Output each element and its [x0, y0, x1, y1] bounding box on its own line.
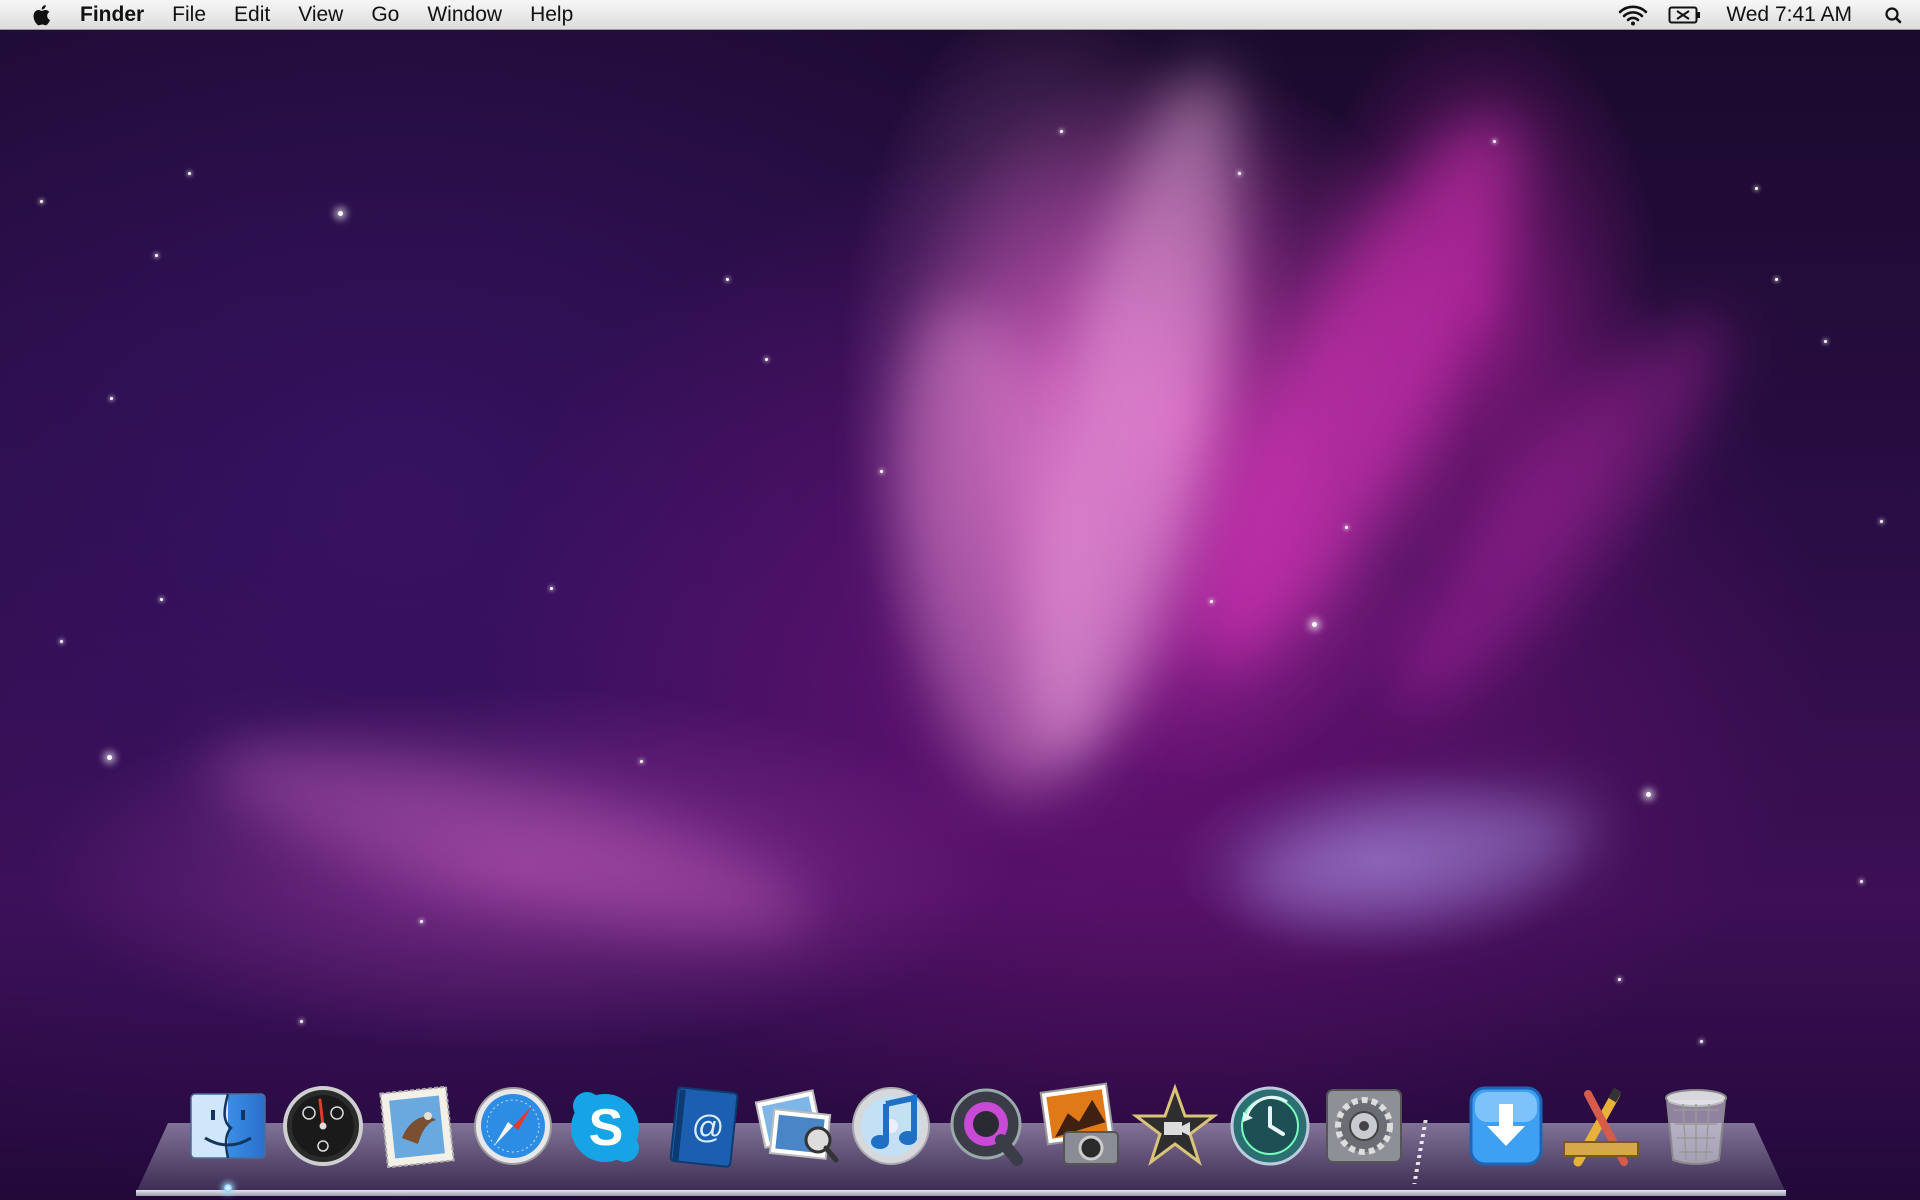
menu-help[interactable]: Help [516, 0, 587, 30]
dock-item-time-machine[interactable] [1227, 1082, 1313, 1168]
star [338, 211, 343, 216]
dock-item-skype[interactable]: S [565, 1082, 651, 1168]
star [420, 920, 423, 923]
svg-text:S: S [589, 1099, 624, 1157]
menu-window[interactable]: Window [413, 0, 516, 30]
system-preferences-icon [1326, 1089, 1402, 1163]
preview-icon [754, 1089, 839, 1163]
star [300, 1020, 303, 1023]
dock-item-imovie[interactable] [1132, 1082, 1218, 1168]
star [110, 397, 113, 400]
dock-shelf-edge [136, 1190, 1786, 1196]
star [1700, 1040, 1703, 1043]
menu-go[interactable]: Go [357, 0, 413, 30]
star [726, 278, 729, 281]
finder-icon [190, 1093, 266, 1159]
star [40, 200, 43, 203]
skype-icon: S [571, 1092, 639, 1162]
menu-view[interactable]: View [284, 0, 357, 30]
dashboard-icon [283, 1086, 363, 1166]
dock-item-mail[interactable] [374, 1082, 460, 1168]
star [550, 587, 553, 590]
aurora-streak [1233, 769, 1607, 941]
dock-item-system-preferences[interactable] [1321, 1082, 1407, 1168]
safari-icon [474, 1087, 552, 1165]
dock: S @ [180, 1082, 1760, 1182]
dock-item-downloads[interactable] [1463, 1082, 1549, 1168]
star [880, 470, 883, 473]
spotlight-search-icon[interactable] [1884, 6, 1902, 24]
finder-running-indicator [224, 1184, 232, 1192]
star [640, 760, 643, 763]
star [188, 172, 191, 175]
svg-text:@: @ [692, 1109, 724, 1145]
dock-item-finder[interactable] [185, 1082, 271, 1168]
dock-item-dashboard[interactable] [280, 1082, 366, 1168]
time-machine-icon [1230, 1086, 1310, 1166]
photo-booth-icon [1039, 1082, 1119, 1165]
star [107, 755, 112, 760]
mail-icon [379, 1085, 455, 1168]
aurora-streak [194, 706, 826, 974]
star [60, 640, 63, 643]
dock-item-address-book[interactable]: @ [660, 1082, 746, 1168]
menu-file[interactable]: File [158, 0, 220, 30]
dock-item-trash[interactable] [1653, 1082, 1739, 1168]
star [1824, 340, 1827, 343]
star [1618, 978, 1621, 981]
dock-item-preview[interactable] [754, 1082, 840, 1168]
applications-stack-icon [1563, 1087, 1639, 1167]
menu-extras: Wed 7:41 AM [1608, 0, 1920, 30]
dock-item-photo-booth[interactable] [1038, 1082, 1124, 1168]
star [1238, 172, 1241, 175]
itunes-icon [852, 1087, 930, 1165]
trash-icon [1665, 1089, 1727, 1165]
wifi-icon[interactable] [1618, 4, 1648, 26]
dock-item-applications[interactable] [1558, 1082, 1644, 1168]
star [155, 254, 158, 257]
star [1060, 130, 1063, 133]
apple-logo-icon[interactable] [28, 0, 58, 30]
star [160, 598, 163, 601]
desktop-wallpaper [0, 0, 1920, 1200]
menu-edit[interactable]: Edit [220, 0, 284, 30]
star [1210, 600, 1213, 603]
star [1312, 622, 1317, 627]
star [765, 358, 768, 361]
star [1860, 880, 1863, 883]
star [1880, 520, 1883, 523]
quicktime-icon [950, 1088, 1023, 1166]
menu-clock[interactable]: Wed 7:41 AM [1726, 3, 1852, 27]
dock-item-itunes[interactable] [848, 1082, 934, 1168]
dock-item-quicktime[interactable] [943, 1082, 1029, 1168]
menu-bar: Finder File Edit View Go Window Help Wed… [0, 0, 1920, 30]
downloads-stack-icon [1469, 1086, 1543, 1166]
star [1755, 187, 1758, 190]
imovie-icon [1132, 1083, 1218, 1167]
star [1493, 140, 1496, 143]
menu-app-finder[interactable]: Finder [58, 0, 158, 30]
star [1775, 278, 1778, 281]
star [1646, 792, 1651, 797]
dock-item-safari[interactable] [470, 1082, 556, 1168]
battery-charging-icon[interactable] [1668, 5, 1702, 25]
star [1345, 526, 1348, 529]
address-book-icon: @ [669, 1086, 739, 1168]
